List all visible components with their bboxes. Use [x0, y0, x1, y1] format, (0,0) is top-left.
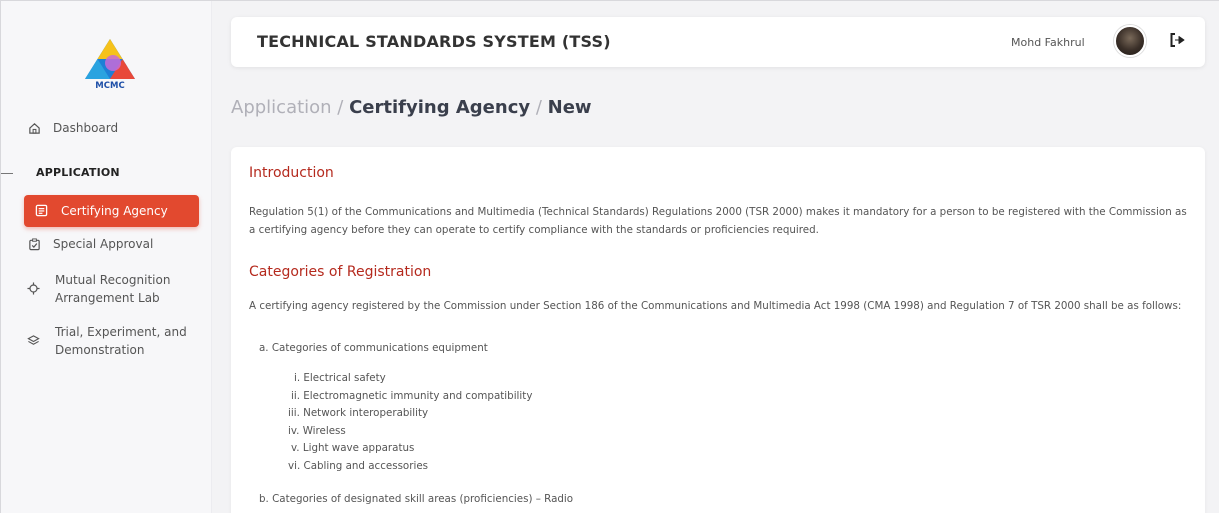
- section-label-application: APPLICATION: [36, 166, 120, 179]
- sidebar-item-label: Certifying Agency: [61, 204, 168, 218]
- categories-heading: Categories of Registration: [249, 264, 432, 280]
- categories-text: A certifying agency registered by the Co…: [249, 300, 1182, 312]
- list-item: iv. Wireless: [288, 424, 346, 437]
- list-item: vi. Cabling and accessories: [288, 459, 429, 472]
- home-icon: [27, 121, 41, 135]
- sidebar-item-label: Mutual Recognition: [55, 273, 171, 287]
- sidebar-item-trial-experiment[interactable]: Trial, Experiment, and Demonstration: [27, 323, 187, 359]
- logout-icon[interactable]: [1168, 31, 1186, 49]
- top-header: TECHNICAL STANDARDS SYSTEM (TSS) Mohd Fa…: [231, 17, 1205, 67]
- section-divider: [1, 173, 13, 174]
- category-item-b: b. Categories of designated skill areas …: [259, 493, 574, 505]
- breadcrumb-current: New: [547, 97, 592, 118]
- sidebar-item-mutual-recognition[interactable]: Mutual Recognition Arrangement Lab: [27, 271, 170, 307]
- content-card: Introduction Regulation 5(1) of the Comm…: [231, 147, 1205, 513]
- introduction-heading: Introduction: [249, 165, 334, 181]
- breadcrumb-separator: /: [530, 97, 548, 118]
- breadcrumb: Application / Certifying Agency / New: [231, 97, 592, 118]
- avatar[interactable]: [1114, 25, 1146, 57]
- sidebar-item-label: Trial, Experiment, and: [55, 325, 187, 339]
- user-name[interactable]: Mohd Fakhrul: [1011, 36, 1085, 49]
- breadcrumb-application[interactable]: Application: [231, 97, 332, 118]
- mcmc-logo[interactable]: MCMC: [79, 37, 141, 91]
- list-item: iii. Network interoperability: [288, 407, 429, 419]
- sidebar-item-dashboard[interactable]: Dashboard: [27, 121, 118, 135]
- breadcrumb-separator: /: [331, 97, 350, 118]
- document-icon: [35, 204, 49, 218]
- list-item: ii. Electromagnetic immunity and compati…: [291, 389, 533, 402]
- layers-icon: [27, 334, 41, 348]
- sidebar-item-special-approval[interactable]: Special Approval: [27, 237, 153, 251]
- sidebar-item-label: Demonstration: [55, 343, 145, 357]
- app-frame: MCMC Dashboard APPLICATION Certifying Ag…: [0, 0, 1219, 513]
- sidebar-item-label: Dashboard: [53, 121, 119, 135]
- target-icon: [27, 282, 41, 296]
- sidebar-item-certifying-agency[interactable]: Certifying Agency: [24, 195, 199, 227]
- app-title: TECHNICAL STANDARDS SYSTEM (TSS): [257, 32, 611, 51]
- list-item: v. Light wave apparatus: [291, 442, 415, 454]
- svg-text:MCMC: MCMC: [95, 81, 124, 91]
- sidebar: MCMC Dashboard APPLICATION Certifying Ag…: [1, 1, 212, 513]
- breadcrumb-certifying-agency[interactable]: Certifying Agency: [349, 97, 530, 118]
- sub-category-list: i. Electrical safety ii. Electromagnetic…: [286, 370, 532, 475]
- introduction-text: Regulation 5(1) of the Communications an…: [249, 206, 1187, 236]
- category-item-a: a. Categories of communications equipmen…: [259, 342, 488, 354]
- list-item: i. Electrical safety: [294, 372, 386, 384]
- sidebar-item-label: Special Approval: [53, 237, 154, 251]
- sidebar-item-label: Arrangement Lab: [55, 291, 160, 305]
- clipboard-check-icon: [27, 237, 41, 251]
